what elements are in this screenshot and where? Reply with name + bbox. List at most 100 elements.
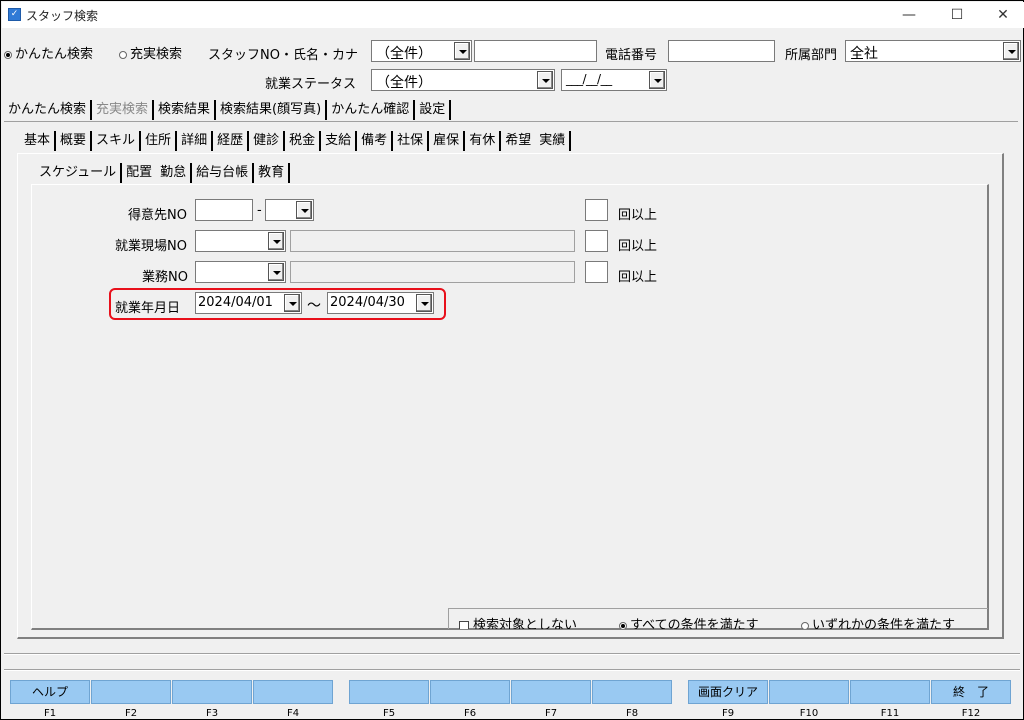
radio-icon xyxy=(119,50,127,59)
staff-label: スタッフNO・氏名・カナ xyxy=(208,48,358,63)
f5-key-label: F5 xyxy=(382,708,396,719)
innertab-assignment[interactable]: 配置 xyxy=(122,163,156,183)
f1-key-label: F1 xyxy=(43,708,57,719)
maximize-button[interactable]: ☐ xyxy=(934,2,980,28)
client-no-separator: - xyxy=(257,203,262,218)
work-date-label: 就業年月日 xyxy=(115,301,181,316)
site-count-input[interactable] xyxy=(585,230,608,252)
main-tab-divider xyxy=(4,121,1018,122)
dropdown-arrow-icon[interactable] xyxy=(537,71,553,89)
client-branch-combo[interactable] xyxy=(265,199,314,221)
f12-exit-button[interactable]: 終 了 xyxy=(931,680,1011,704)
subtab-wishes[interactable]: 希望 xyxy=(501,131,535,151)
subtab-career[interactable]: 経歴 xyxy=(213,131,250,151)
subtab-paid-leave[interactable]: 有休 xyxy=(465,131,502,151)
match-all-radio[interactable]: すべての条件を満たす xyxy=(619,614,759,629)
client-no-label: 得意先NO xyxy=(128,208,187,223)
radio-icon xyxy=(801,621,809,629)
f10-key-label: F10 xyxy=(799,708,819,719)
f1-help-button[interactable]: ヘルプ xyxy=(10,680,90,704)
site-name-field xyxy=(290,230,575,252)
f3-button[interactable] xyxy=(172,680,252,704)
site-no-combo[interactable] xyxy=(195,230,286,252)
client-count-input[interactable] xyxy=(585,199,608,221)
status-label: 就業ステータス xyxy=(265,77,357,92)
subtab-notes[interactable]: 備考 xyxy=(357,131,394,151)
close-button[interactable]: ✕ xyxy=(980,2,1024,28)
dropdown-arrow-icon[interactable] xyxy=(454,42,470,60)
sub-tab-row: 基本 概要 スキル 住所 詳細 経歴 健診 税金 支給 備考 社保 雇保 有休 希望 実績 xyxy=(20,131,572,151)
tab-simple-search[interactable]: かんたん検索 xyxy=(4,100,93,120)
subtab-social-insurance[interactable]: 社保 xyxy=(393,131,430,151)
subtab-address[interactable]: 住所 xyxy=(141,131,178,151)
f6-button[interactable] xyxy=(430,680,510,704)
client-count-label: 回以上 xyxy=(618,208,658,223)
staff-text-input[interactable] xyxy=(474,40,597,62)
subtab-basic[interactable]: 基本 xyxy=(20,131,57,151)
mode-full-radio[interactable]: 充実検索 xyxy=(119,43,182,62)
subtab-overview[interactable]: 概要 xyxy=(56,131,93,151)
tab-quick-check[interactable]: かんたん確認 xyxy=(327,100,416,120)
window-title: スタッフ検索 xyxy=(26,9,99,23)
f7-key-label: F7 xyxy=(544,708,558,719)
minimize-button[interactable]: — xyxy=(886,2,932,28)
task-no-combo[interactable] xyxy=(195,261,286,283)
f10-button[interactable] xyxy=(769,680,849,704)
innertab-education[interactable]: 教育 xyxy=(254,163,291,183)
bottom-divider xyxy=(4,653,1020,655)
subtab-tax[interactable]: 税金 xyxy=(285,131,322,151)
condition-group: 検索対象としない すべての条件を満たす いずれかの条件を満たす xyxy=(448,608,988,629)
f7-button[interactable] xyxy=(511,680,591,704)
dropdown-arrow-icon[interactable] xyxy=(296,201,312,219)
tab-full-search[interactable]: 充実検索 xyxy=(92,100,155,120)
work-date-from-combo[interactable]: 2024/04/01 xyxy=(195,292,302,314)
subtab-health[interactable]: 健診 xyxy=(249,131,286,151)
dropdown-arrow-icon[interactable] xyxy=(649,71,665,89)
work-date-to-combo[interactable]: 2024/04/30 xyxy=(327,292,434,314)
status-date-combo[interactable]: ___/__/__ xyxy=(561,69,667,91)
subtab-employment-insurance[interactable]: 雇保 xyxy=(429,131,466,151)
phone-input[interactable] xyxy=(668,40,775,62)
title-bar: ✓ スタッフ検索 — ☐ ✕ xyxy=(2,2,1024,28)
f9-clear-button[interactable]: 画面クリア xyxy=(688,680,768,704)
f4-button[interactable] xyxy=(253,680,333,704)
dropdown-arrow-icon[interactable] xyxy=(416,294,432,312)
f11-button[interactable] xyxy=(850,680,930,704)
tab-results[interactable]: 検索結果 xyxy=(154,100,217,120)
mode-simple-radio[interactable]: かんたん検索 xyxy=(4,43,93,62)
site-no-label: 就業現場NO xyxy=(115,239,187,254)
f5-button[interactable] xyxy=(349,680,429,704)
match-any-radio[interactable]: いずれかの条件を満たす xyxy=(801,614,955,629)
f12-key-label: F12 xyxy=(961,708,981,719)
dept-label: 所属部門 xyxy=(785,48,838,63)
task-count-input[interactable] xyxy=(585,261,608,283)
innertab-payroll[interactable]: 給与台帳 xyxy=(192,163,255,183)
innertab-schedule[interactable]: スケジュール xyxy=(35,163,123,183)
exclude-checkbox[interactable]: 検索対象としない xyxy=(459,614,577,629)
status-combo[interactable]: （全件） xyxy=(371,69,555,91)
dept-combo[interactable]: 全社 xyxy=(845,40,1021,62)
date-range-tilde: ～ xyxy=(307,298,321,314)
dropdown-arrow-icon[interactable] xyxy=(284,294,300,312)
dropdown-arrow-icon[interactable] xyxy=(1003,42,1019,60)
subtab-payment[interactable]: 支給 xyxy=(321,131,358,151)
radio-selected-icon xyxy=(619,621,627,629)
app-window: ✓ スタッフ検索 — ☐ ✕ かんたん検索 充実検索 スタッフNO・氏名・カナ … xyxy=(0,0,1024,720)
app-icon: ✓ xyxy=(8,8,21,21)
client-no-input[interactable] xyxy=(195,199,253,221)
f9-key-label: F9 xyxy=(721,708,735,719)
tab-results-photo[interactable]: 検索結果(顔写真) xyxy=(216,100,328,120)
subtab-results[interactable]: 実績 xyxy=(535,131,572,151)
dropdown-arrow-icon[interactable] xyxy=(268,232,284,250)
dropdown-arrow-icon[interactable] xyxy=(268,263,284,281)
f2-button[interactable] xyxy=(91,680,171,704)
f4-key-label: F4 xyxy=(286,708,300,719)
tab-settings[interactable]: 設定 xyxy=(415,100,452,120)
phone-label: 電話番号 xyxy=(605,48,658,63)
subtab-detail[interactable]: 詳細 xyxy=(177,131,214,151)
staff-combo[interactable]: （全件） xyxy=(371,40,472,62)
innertab-attendance[interactable]: 勤怠 xyxy=(156,163,193,183)
radio-selected-icon xyxy=(4,50,12,59)
f8-button[interactable] xyxy=(592,680,672,704)
subtab-skill[interactable]: スキル xyxy=(92,131,142,151)
